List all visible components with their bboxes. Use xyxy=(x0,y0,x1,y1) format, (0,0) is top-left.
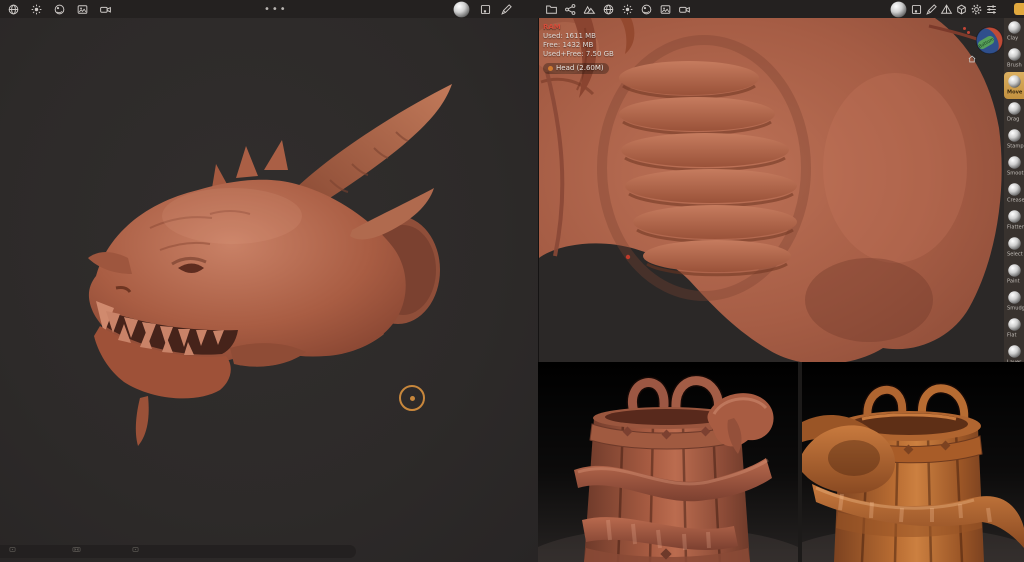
bucket-red-sculpture xyxy=(538,362,798,562)
edge-cut-icon[interactable] xyxy=(1014,3,1024,15)
tool-sphere-icon xyxy=(1007,209,1022,224)
object-badge-label: Head (2.60M) xyxy=(556,64,604,73)
tool-label: Stamp xyxy=(1007,143,1021,149)
tool-sphere-icon xyxy=(1007,290,1022,305)
folder-icon[interactable] xyxy=(545,3,558,16)
tool-label: Move xyxy=(1007,89,1021,95)
material-sphere-icon[interactable] xyxy=(53,3,66,16)
tool-label: Flat xyxy=(1007,332,1021,338)
tool-sphere-icon xyxy=(1007,344,1022,359)
bottom-dock xyxy=(0,545,356,558)
dock-icon[interactable] xyxy=(73,545,82,554)
tool-label: Smudge xyxy=(1007,305,1021,311)
tool-clay[interactable]: Clay xyxy=(1004,18,1024,45)
node-share-icon[interactable] xyxy=(564,3,577,16)
stats-used: Used: 1611 MB xyxy=(543,32,614,41)
tool-label: Brush xyxy=(1007,62,1021,68)
mountain-stack-icon[interactable] xyxy=(583,3,596,16)
light-sun-icon[interactable] xyxy=(30,3,43,16)
tool-sphere-icon xyxy=(1007,128,1022,143)
bottom-left-viewport[interactable] xyxy=(538,362,798,562)
tool-label: Crease xyxy=(1007,197,1021,203)
tool-crease[interactable]: Crease xyxy=(1004,180,1024,207)
camera-icon[interactable] xyxy=(678,3,691,16)
dragon-head-sculpture[interactable] xyxy=(0,18,538,562)
right-viewport[interactable]: RAM Used: 1611 MB Free: 1432 MB Used+Fre… xyxy=(538,18,1024,362)
sliders-icon[interactable] xyxy=(985,3,998,16)
matcap-globe-icon[interactable] xyxy=(602,3,615,16)
right-viewport-toolbar-left xyxy=(545,0,691,18)
tool-label: Paint xyxy=(1007,278,1021,284)
tool-sphere-icon xyxy=(1007,155,1022,170)
stats-overlay: RAM Used: 1611 MB Free: 1432 MB Used+Fre… xyxy=(543,23,614,74)
matcap-globe-icon[interactable] xyxy=(7,3,20,16)
gear-icon[interactable] xyxy=(970,3,983,16)
home-view-icon[interactable] xyxy=(967,54,977,64)
tool-sphere-icon xyxy=(1007,20,1022,35)
box-icon[interactable] xyxy=(955,3,968,16)
tool-sphere-icon xyxy=(1007,317,1022,332)
tool-flatten[interactable]: Flatten xyxy=(1004,207,1024,234)
tool-flat[interactable]: Flat xyxy=(1004,315,1024,342)
app-window: ••• xyxy=(0,0,1024,562)
tool-select[interactable]: Select xyxy=(1004,234,1024,261)
tool-smudge[interactable]: Smudge xyxy=(1004,288,1024,315)
matcap-ball-icon[interactable] xyxy=(452,0,471,19)
shading-toolbar xyxy=(452,0,513,18)
stats-total: Used+Free: 7.50 GB xyxy=(543,50,614,59)
background-image-icon[interactable] xyxy=(76,3,89,16)
dock-icon[interactable] xyxy=(131,545,140,554)
tool-sphere-icon xyxy=(1007,47,1022,62)
tool-paint[interactable]: Paint xyxy=(1004,261,1024,288)
object-dot-icon xyxy=(548,66,553,71)
right-viewport-toolbar-right xyxy=(889,0,998,18)
paint-tool-icon[interactable] xyxy=(925,3,938,16)
pivot-dot-icon xyxy=(963,27,966,30)
tool-label: Select xyxy=(1007,251,1021,257)
pivot-dot-icon xyxy=(967,31,970,34)
background-image-icon[interactable] xyxy=(659,3,672,16)
stats-title: RAM xyxy=(543,23,614,32)
left-viewport-toolbar xyxy=(7,0,112,18)
brush-cursor-dot xyxy=(410,396,415,401)
tool-drag[interactable]: Drag xyxy=(1004,99,1024,126)
tool-label: Drag xyxy=(1007,116,1021,122)
tool-brush[interactable]: Brush xyxy=(1004,45,1024,72)
stats-free: Free: 1432 MB xyxy=(543,41,614,50)
tool-palette: Clay Brush Move Drag Stamp Smooth Crease Flatte… xyxy=(1004,18,1024,362)
canvas-square-icon[interactable] xyxy=(910,3,923,16)
tool-sphere-icon xyxy=(1007,263,1022,278)
material-sphere-icon[interactable] xyxy=(640,3,653,16)
matcap-ball-icon[interactable] xyxy=(889,0,908,19)
tool-label: Flatten xyxy=(1007,224,1021,230)
prism-icon[interactable] xyxy=(940,3,953,16)
light-sun-icon[interactable] xyxy=(621,3,634,16)
tool-sphere-icon xyxy=(1007,236,1022,251)
tool-sphere-icon xyxy=(1007,101,1022,116)
paint-tool-icon[interactable] xyxy=(500,3,513,16)
tool-label: Layer xyxy=(1007,359,1021,362)
dock-icon[interactable] xyxy=(8,545,17,554)
tool-smooth[interactable]: Smooth xyxy=(1004,153,1024,180)
brush-cursor[interactable] xyxy=(399,385,425,411)
tool-sphere-icon xyxy=(1007,182,1022,197)
bottom-right-viewport[interactable] xyxy=(802,362,1024,562)
overflow-menu-button[interactable]: ••• xyxy=(264,0,288,18)
camera-icon[interactable] xyxy=(99,3,112,16)
tool-stamp[interactable]: Stamp xyxy=(1004,126,1024,153)
tool-move[interactable]: Move xyxy=(1004,72,1024,99)
bucket-orange-sculpture xyxy=(802,362,1024,562)
object-badge: Head (2.60M) xyxy=(543,63,609,74)
top-toolbar: ••• xyxy=(0,0,1024,18)
orientation-gizmo[interactable]: Bottom xyxy=(975,26,1004,55)
canvas-square-icon[interactable] xyxy=(479,3,492,16)
tool-label: Smooth xyxy=(1007,170,1021,176)
tool-sphere-icon xyxy=(1007,74,1022,89)
tool-layer[interactable]: Layer xyxy=(1004,342,1024,362)
tool-label: Clay xyxy=(1007,35,1021,41)
left-viewport[interactable] xyxy=(0,18,538,562)
